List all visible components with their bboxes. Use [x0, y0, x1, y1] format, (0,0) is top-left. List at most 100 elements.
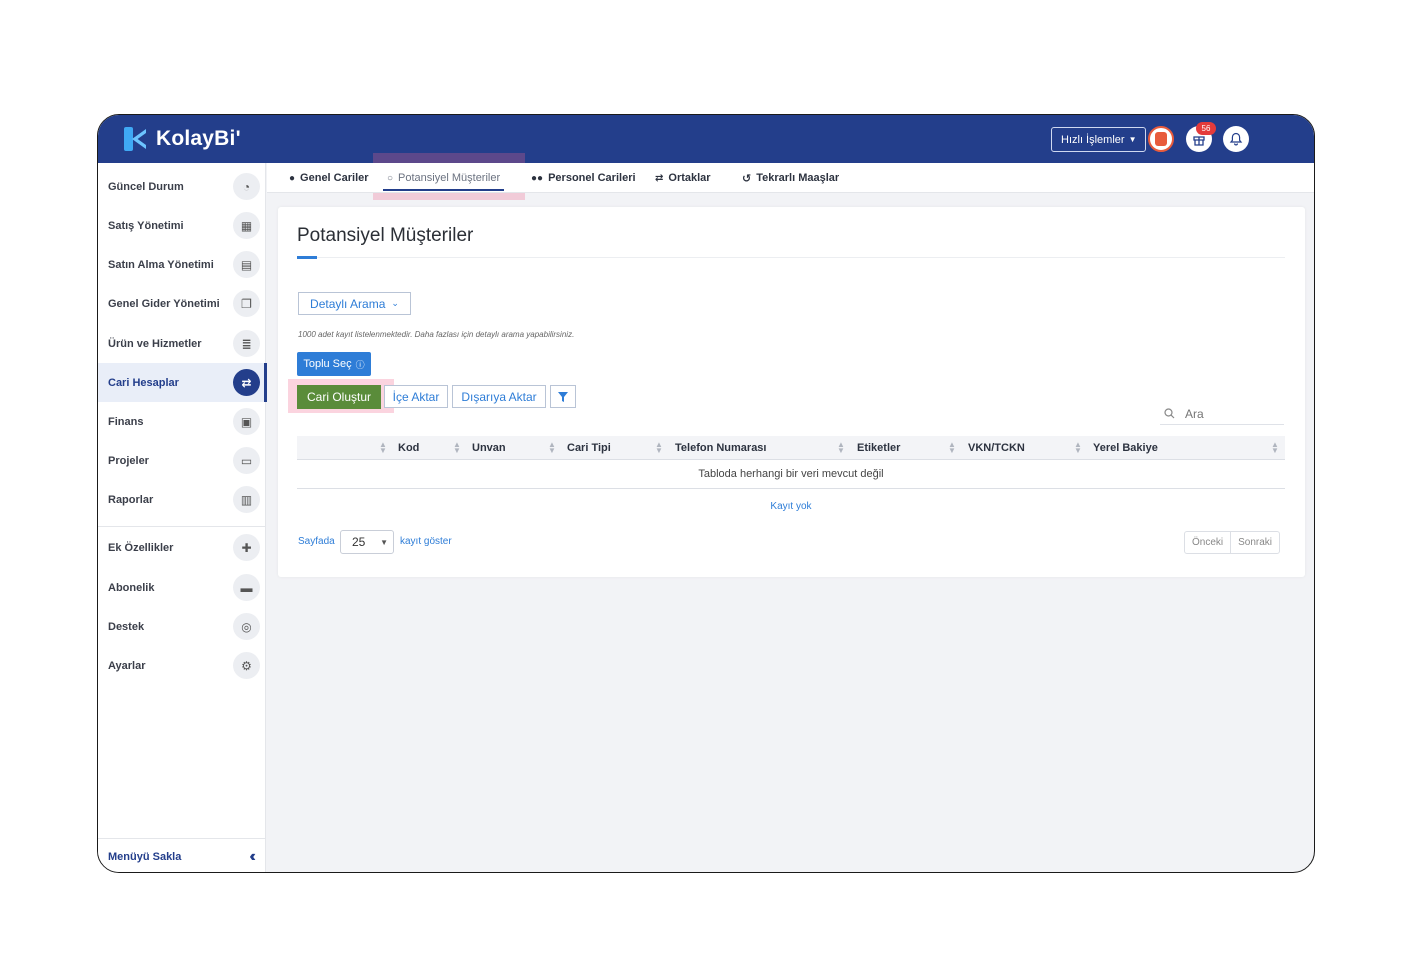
- create-cari-button[interactable]: Cari Oluştur: [297, 385, 381, 409]
- quick-actions-dropdown[interactable]: Hızlı İşlemler ▼: [1051, 127, 1147, 152]
- handshake-icon: ⇄: [233, 369, 260, 396]
- column-header-yerel-bakiye[interactable]: Yerel Bakiye: [1093, 436, 1158, 460]
- app-window: KolayBi' Hızlı İşlemler ▼ 56 Güncel Duru…: [97, 114, 1315, 873]
- tab-personel-carileri[interactable]: ●● Personel Carileri: [531, 163, 636, 193]
- detailed-search-button[interactable]: Detaylı Arama ⌄: [298, 292, 411, 315]
- logo-text: KolayBi': [156, 127, 241, 150]
- tab-potansiyel-musteriler[interactable]: ○ Potansiyel Müşteriler: [382, 163, 505, 193]
- sort-icon[interactable]: ▲ ▼: [1271, 441, 1279, 455]
- lifebuoy-icon: ◎: [233, 613, 260, 640]
- sort-icon[interactable]: ▲ ▼: [379, 441, 387, 455]
- sidebar-item-raporlar[interactable]: Raporlar ▥: [98, 480, 266, 519]
- sidebar-item-genel-gider[interactable]: Genel Gider Yönetimi ❐: [98, 284, 266, 323]
- sort-icon[interactable]: ▲ ▼: [655, 441, 663, 455]
- pagination: Önceki Sonraki: [1184, 531, 1281, 554]
- filter-button[interactable]: [550, 385, 576, 408]
- page-title: Potansiyel Müşteriler: [297, 225, 474, 246]
- sort-icon[interactable]: ▲ ▼: [548, 441, 556, 455]
- sidebar-item-guncel-durum[interactable]: Güncel Durum ◔: [98, 167, 266, 206]
- sidebar: Güncel Durum ◔ Satış Yönetimi ▦ Satın Al…: [98, 163, 267, 872]
- user-outline-icon: ○: [387, 172, 394, 184]
- tab-label: Genel Cariler: [300, 172, 369, 184]
- gears-icon: ⚙: [233, 652, 260, 679]
- table-search: [1160, 403, 1284, 425]
- per-page-select[interactable]: 25 ▼: [340, 530, 394, 554]
- title-divider: [297, 257, 1285, 258]
- per-page-prefix: Sayfada: [298, 536, 335, 547]
- sidebar-item-destek[interactable]: Destek ◎: [98, 607, 266, 646]
- sidebar-item-ek-ozellikler[interactable]: Ek Özellikler ✚: [98, 528, 266, 567]
- prev-page-button[interactable]: Önceki: [1185, 532, 1230, 553]
- logo-mark-icon: [124, 127, 148, 151]
- tab-ortaklar[interactable]: ⇄ Ortaklar: [655, 163, 711, 193]
- sidebar-item-label: Genel Gider Yönetimi: [108, 297, 220, 310]
- tab-label: Personel Carileri: [548, 172, 636, 184]
- column-header-telefon[interactable]: Telefon Numarası: [675, 436, 767, 460]
- double-chevron-left-icon: ‹‹: [249, 847, 255, 865]
- tab-tekrarli-maaslar[interactable]: ↺ Tekrarlı Maaşlar: [742, 163, 839, 193]
- chart-icon: ▥: [233, 486, 260, 513]
- tab-genel-cariler[interactable]: ● Genel Cariler: [289, 163, 369, 193]
- table-empty-row: Tabloda herhangi bir veri mevcut değil: [297, 460, 1285, 489]
- calculator-icon: ▦: [233, 212, 260, 239]
- sort-icon[interactable]: ▲ ▼: [948, 441, 956, 455]
- credit-card-icon: ▬: [233, 574, 260, 601]
- search-input[interactable]: [1185, 406, 1275, 421]
- sidebar-item-finans[interactable]: Finans ▣: [98, 402, 266, 441]
- sidebar-item-label: Finans: [108, 415, 144, 428]
- column-header-unvan[interactable]: Unvan: [472, 436, 506, 460]
- tab-label: Ortaklar: [668, 172, 711, 184]
- record-limit-note: 1000 adet kayıt listelenmektedir. Daha f…: [298, 330, 575, 339]
- cari-tabs: ● Genel Cariler ○ Potansiyel Müşteriler …: [267, 163, 1314, 193]
- sidebar-item-satis-yonetimi[interactable]: Satış Yönetimi ▦: [98, 206, 266, 245]
- sidebar-item-label: Projeler: [108, 454, 149, 467]
- search-icon: [1164, 408, 1175, 419]
- import-button[interactable]: İçe Aktar: [384, 385, 448, 408]
- per-page-suffix: kayıt göster: [400, 536, 452, 547]
- chevron-down-icon: ⌄: [391, 298, 399, 308]
- hide-menu-button[interactable]: Menüyü Sakla ‹‹: [98, 838, 266, 872]
- sort-icon[interactable]: ▲ ▼: [837, 441, 845, 455]
- sidebar-item-label: Destek: [108, 620, 145, 633]
- filter-icon: [558, 391, 568, 402]
- undo-icon: ↺: [742, 172, 752, 185]
- sort-icon[interactable]: ▲ ▼: [1074, 441, 1082, 455]
- column-header-etiketler[interactable]: Etiketler: [857, 436, 900, 460]
- column-header-vkn[interactable]: VKN/TCKN: [968, 436, 1025, 460]
- sidebar-item-ayarlar[interactable]: Ayarlar ⚙: [98, 646, 266, 685]
- sidebar-item-abonelik[interactable]: Abonelik ▬: [98, 568, 266, 607]
- gauge-icon: ◔: [233, 173, 260, 200]
- sidebar-divider: [98, 526, 266, 527]
- sidebar-item-label: Ürün ve Hizmetler: [108, 337, 202, 350]
- column-header-kod[interactable]: Kod: [398, 436, 419, 460]
- sidebar-item-cari-hesaplar[interactable]: Cari Hesaplar ⇄: [98, 363, 267, 402]
- column-header-cari-tipi[interactable]: Cari Tipi: [567, 436, 611, 460]
- bulk-select-label: Toplu Seç: [303, 358, 352, 370]
- bulk-select-button[interactable]: Toplu Seç ⓘ: [297, 352, 371, 376]
- chevron-down-icon: ▼: [380, 537, 388, 547]
- hide-menu-label: Menüyü Sakla: [108, 850, 182, 863]
- per-page-value: 25: [352, 535, 366, 549]
- sort-icon[interactable]: ▲ ▼: [453, 441, 461, 455]
- sidebar-item-label: Abonelik: [108, 581, 155, 594]
- sidebar-item-urun-hizmetler[interactable]: Ürün ve Hizmetler ≣: [98, 324, 266, 363]
- sidebar-item-label: Ek Özellikler: [108, 541, 174, 554]
- next-page-button[interactable]: Sonraki: [1230, 532, 1279, 553]
- info-icon: ⓘ: [355, 359, 365, 370]
- users-icon: ●●: [531, 172, 544, 184]
- detailed-search-label: Detaylı Arama: [310, 296, 386, 311]
- puzzle-icon: ✚: [233, 534, 260, 561]
- sidebar-item-label: Güncel Durum: [108, 180, 184, 193]
- tab-label: Potansiyel Müşteriler: [398, 172, 501, 184]
- company-avatar[interactable]: [1148, 126, 1174, 152]
- sidebar-item-label: Raporlar: [108, 493, 154, 506]
- kolaybi-logo[interactable]: KolayBi': [124, 127, 241, 151]
- sidebar-item-satin-alma[interactable]: Satın Alma Yönetimi ▤: [98, 245, 266, 284]
- export-button[interactable]: Dışarıya Aktar: [452, 385, 546, 408]
- no-records-info: Kayıt yok: [770, 501, 812, 512]
- sidebar-item-projeler[interactable]: Projeler ▭: [98, 441, 266, 480]
- quick-actions-label: Hızlı İşlemler: [1061, 133, 1125, 146]
- money-icon: ▣: [233, 408, 260, 435]
- sidebar-item-label: Satın Alma Yönetimi: [108, 258, 214, 271]
- bell-icon[interactable]: [1223, 126, 1249, 152]
